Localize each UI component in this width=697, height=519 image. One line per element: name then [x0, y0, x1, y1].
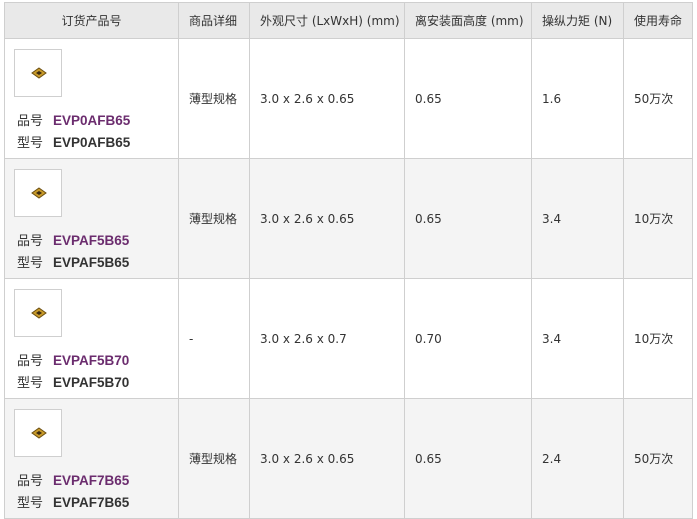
detail-cell: - [178, 278, 250, 399]
force-cell: 3.4 [531, 158, 624, 279]
height-cell: 0.65 [404, 398, 532, 519]
size-cell: 3.0 x 2.6 x 0.65 [249, 38, 405, 159]
part-no-link[interactable]: EVPAF5B70 [53, 353, 129, 368]
part-no-link[interactable]: EVPAF7B65 [53, 473, 129, 488]
model-label: 型号 [17, 496, 44, 511]
header-force: 操纵力矩 (N) [531, 2, 624, 39]
size-cell: 3.0 x 2.6 x 0.7 [249, 278, 405, 399]
product-thumbnail-icon[interactable] [14, 49, 62, 97]
table-row: 品号 EVPAF5B65 型号 EVPAF5B65 薄型规格 3.0 x 2.6 x… [4, 158, 693, 279]
model-label: 型号 [17, 256, 44, 271]
life-cell: 50万次 [623, 38, 693, 159]
part-no-label: 品号 [17, 114, 44, 129]
product-thumbnail-icon[interactable] [14, 289, 62, 337]
model-value: EVP0AFB65 [53, 135, 131, 150]
table-row: 品号 EVPAF7B65 型号 EVPAF7B65 薄型规格 3.0 x 2.6 x… [4, 398, 693, 519]
part-no-label: 品号 [17, 354, 44, 369]
model-value: EVPAF5B70 [53, 375, 130, 390]
part-no-label: 品号 [17, 234, 44, 249]
force-cell: 3.4 [531, 278, 624, 399]
model-value: EVPAF7B65 [53, 495, 130, 510]
size-cell: 3.0 x 2.6 x 0.65 [249, 158, 405, 279]
part-no-link[interactable]: EVP0AFB65 [53, 113, 130, 128]
life-cell: 10万次 [623, 278, 693, 399]
model-label: 型号 [17, 136, 44, 151]
table-header-row: 订货产品号 商品详细 外观尺寸 (LxWxH) (mm) 离安装面高度 (mm)… [4, 2, 693, 39]
detail-cell: 薄型规格 [178, 38, 250, 159]
product-thumbnail-icon[interactable] [14, 169, 62, 217]
height-cell: 0.70 [404, 278, 532, 399]
model-value: EVPAF5B65 [53, 255, 130, 270]
table-row: 品号 EVP0AFB65 型号 EVP0AFB65 薄型规格 3.0 x 2.6 x… [4, 38, 693, 159]
life-cell: 50万次 [623, 398, 693, 519]
header-detail: 商品详细 [178, 2, 250, 39]
part-no-label: 品号 [17, 474, 44, 489]
detail-cell: 薄型规格 [178, 398, 250, 519]
detail-cell: 薄型规格 [178, 158, 250, 279]
force-cell: 2.4 [531, 398, 624, 519]
product-thumbnail-icon[interactable] [14, 409, 62, 457]
height-cell: 0.65 [404, 38, 532, 159]
life-cell: 10万次 [623, 158, 693, 279]
part-no-link[interactable]: EVPAF5B65 [53, 233, 129, 248]
product-cell: 品号 EVPAF5B65 型号 EVPAF5B65 [4, 158, 179, 279]
table-row: 品号 EVPAF5B70 型号 EVPAF5B70 - 3.0 x 2.6 x 0.… [4, 278, 693, 399]
product-cell: 品号 EVPAF7B65 型号 EVPAF7B65 [4, 398, 179, 519]
product-cell: 品号 EVPAF5B70 型号 EVPAF5B70 [4, 278, 179, 399]
product-table: 订货产品号 商品详细 外观尺寸 (LxWxH) (mm) 离安装面高度 (mm)… [4, 2, 693, 519]
force-cell: 1.6 [531, 38, 624, 159]
header-order-no: 订货产品号 [4, 2, 179, 39]
product-cell: 品号 EVP0AFB65 型号 EVP0AFB65 [4, 38, 179, 159]
header-life: 使用寿命 [623, 2, 693, 39]
size-cell: 3.0 x 2.6 x 0.65 [249, 398, 405, 519]
height-cell: 0.65 [404, 158, 532, 279]
model-label: 型号 [17, 376, 44, 391]
header-height: 离安装面高度 (mm) [404, 2, 532, 39]
header-size: 外观尺寸 (LxWxH) (mm) [249, 2, 405, 39]
